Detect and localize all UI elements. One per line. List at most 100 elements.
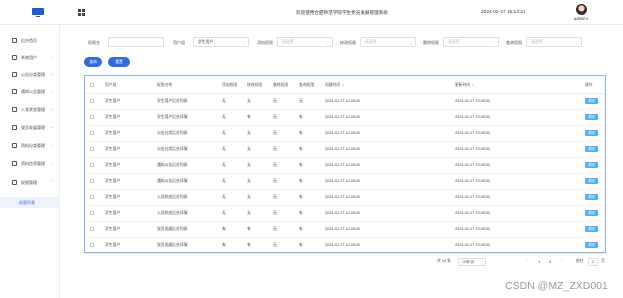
permission-table: 用户组 权限名称 添加权限 修改权限 删除权限 查询权限 创建时间⇅ 更新时间⇅… bbox=[84, 75, 606, 254]
edit-button[interactable]: 修改 bbox=[585, 146, 598, 152]
query-permission-select[interactable]: 请选择 ⌄ bbox=[526, 37, 582, 47]
sort-icon[interactable]: ⇅ bbox=[341, 83, 344, 87]
cell-updated: 2024-02-27 10:05:30 bbox=[455, 243, 491, 247]
next-page-icon[interactable]: › bbox=[561, 258, 562, 263]
cell-permission-name: 通知公告后台详情 bbox=[157, 179, 188, 183]
column-delete-permission: 删除权限 bbox=[273, 83, 289, 87]
sidebar-item-party-status[interactable]: 入党状态管理 ⌄ bbox=[0, 104, 60, 116]
cell-updated: 2024-02-27 10:05:30 bbox=[455, 115, 491, 119]
cell-created: 2024-02-27 10:05:30 bbox=[325, 243, 361, 247]
cell-user-group: 学生用户 bbox=[105, 115, 121, 119]
sidebar-item-system-users[interactable]: 系统用户 ⌄ bbox=[0, 52, 60, 64]
cell-created: 2024-02-27 10:05:30 bbox=[325, 99, 361, 103]
avatar[interactable] bbox=[576, 4, 587, 15]
edit-permission-select[interactable]: 请选择 ⌄ bbox=[360, 37, 416, 47]
table-header: 用户组 权限名称 添加权限 修改权限 删除权限 查询权限 创建时间⇅ 更新时间⇅… bbox=[85, 76, 605, 94]
page-2[interactable]: 2 bbox=[549, 259, 551, 264]
cell-user-group: 学生用户 bbox=[105, 179, 121, 183]
username[interactable]: admin bbox=[574, 16, 585, 21]
row-checkbox[interactable] bbox=[90, 195, 94, 199]
folder-icon bbox=[12, 143, 17, 148]
menu-grid-icon[interactable] bbox=[78, 9, 85, 16]
reset-button[interactable]: 重置 bbox=[108, 57, 130, 67]
chevron-up-icon: ⌃ bbox=[50, 180, 54, 184]
chevron-down-icon: ⌄ bbox=[326, 41, 329, 46]
chevron-down-icon[interactable]: ▾ bbox=[586, 17, 588, 21]
cell-edit: 有 bbox=[247, 243, 251, 247]
cell-add: 无 bbox=[222, 163, 226, 167]
cell-delete: 无 bbox=[273, 99, 277, 103]
sidebar: 后台首页 系统用户 ⌄ 公告分类管理 ⌄ 通知公告管理 ⌄ 入党状态管理 ⌄ 党员发展管… bbox=[0, 25, 60, 298]
edit-button[interactable]: 修改 bbox=[585, 210, 598, 216]
row-checkbox[interactable] bbox=[90, 99, 94, 103]
table-row: 学生用户 通知公告后台列表 无 无 无 有 2024-02-27 10:05:30 2024-… bbox=[85, 158, 605, 174]
row-checkbox[interactable] bbox=[90, 131, 94, 135]
edit-button[interactable]: 修改 bbox=[585, 162, 598, 168]
cell-delete: 无 bbox=[273, 131, 277, 135]
edit-button[interactable]: 修改 bbox=[585, 194, 598, 200]
column-add-permission: 添加权限 bbox=[222, 83, 238, 87]
cell-user-group: 学生用户 bbox=[105, 99, 121, 103]
edit-button[interactable]: 修改 bbox=[585, 98, 598, 104]
row-checkbox[interactable] bbox=[90, 211, 94, 215]
sidebar-item-label: 党员发展管理 bbox=[21, 125, 45, 130]
table-row: 学生用户 公告分类后台列表 无 无 无 有 2024-02-27 10:05:30 2024-… bbox=[85, 126, 605, 142]
row-checkbox[interactable] bbox=[90, 147, 94, 151]
row-checkbox[interactable] bbox=[90, 227, 94, 231]
row-checkbox[interactable] bbox=[90, 163, 94, 167]
user-menu[interactable]: admin▾ bbox=[574, 16, 588, 21]
edit-button[interactable]: 修改 bbox=[585, 226, 598, 232]
column-created-time[interactable]: 创建时间⇅ bbox=[325, 83, 344, 88]
column-updated-time[interactable]: 更新时间⇅ bbox=[455, 83, 474, 88]
cell-updated: 2024-02-27 10:05:30 bbox=[455, 99, 491, 103]
cell-permission-name: 公告分类后台详情 bbox=[157, 147, 188, 151]
edit-button[interactable]: 修改 bbox=[585, 114, 598, 120]
cell-permission-name: 党员发展后台详情 bbox=[157, 243, 188, 247]
row-checkbox[interactable] bbox=[90, 243, 94, 247]
cell-query: 有 bbox=[299, 211, 303, 215]
user-group-select[interactable]: 学生用户 ⌄ bbox=[193, 37, 249, 47]
cell-query: 有 bbox=[299, 115, 303, 119]
page-size-select[interactable]: 10条/页 bbox=[458, 258, 486, 266]
sidebar-subitem-permission-list[interactable]: 权限列表 bbox=[0, 197, 60, 208]
goto-page-input[interactable]: 2 bbox=[588, 258, 598, 266]
chevron-down-icon: ⌄ bbox=[50, 55, 54, 59]
sidebar-item-material-category[interactable]: 资料分类管理 ⌄ bbox=[0, 140, 60, 152]
add-permission-select[interactable]: 请选择 ⌄ bbox=[277, 37, 333, 47]
cell-query: 有 bbox=[299, 179, 303, 183]
sidebar-item-notices[interactable]: 通知公告管理 ⌄ bbox=[0, 86, 60, 98]
cell-permission-name: 通知公告后台列表 bbox=[157, 163, 188, 167]
cell-delete: 无 bbox=[273, 179, 277, 183]
edit-button[interactable]: 修改 bbox=[585, 242, 598, 248]
cell-add: 有 bbox=[222, 243, 226, 247]
sidebar-item-member-development[interactable]: 党员发展管理 ⌄ bbox=[0, 122, 60, 134]
edit-button[interactable]: 修改 bbox=[585, 130, 598, 136]
file-icon bbox=[12, 161, 17, 166]
chevron-down-icon: ⌄ bbox=[50, 72, 54, 76]
permission-name-input[interactable] bbox=[108, 37, 164, 47]
sidebar-item-home[interactable]: 后台首页 bbox=[0, 35, 60, 47]
row-checkbox[interactable] bbox=[90, 115, 94, 119]
sidebar-item-notice-category[interactable]: 公告分类管理 ⌄ bbox=[0, 69, 60, 81]
user-icon bbox=[12, 55, 17, 60]
query-button[interactable]: 查询 bbox=[84, 57, 102, 67]
sidebar-item-label: 系统用户 bbox=[21, 55, 37, 60]
row-checkbox[interactable] bbox=[90, 179, 94, 183]
category-icon bbox=[12, 72, 17, 77]
column-actions: 操作 bbox=[585, 83, 593, 87]
delete-permission-select[interactable]: 请选择 ⌄ bbox=[443, 37, 499, 47]
cell-edit: 无 bbox=[247, 147, 251, 151]
home-icon bbox=[12, 38, 17, 43]
page-1[interactable]: 1 bbox=[538, 259, 540, 264]
cell-add: 无 bbox=[222, 179, 226, 183]
table-row: 学生用户 党员发展后台列表 有 有 无 有 2024-02-27 10:05:30 2024-… bbox=[85, 222, 605, 238]
select-all-checkbox[interactable] bbox=[90, 83, 94, 87]
edit-button[interactable]: 修改 bbox=[585, 178, 598, 184]
cell-add: 无 bbox=[222, 211, 226, 215]
cell-delete: 无 bbox=[273, 211, 277, 215]
sidebar-item-permissions[interactable]: 权限管理 ⌃ bbox=[0, 177, 60, 189]
cell-add: 无 bbox=[222, 99, 226, 103]
sidebar-item-material-info[interactable]: 资料信息管理 ⌄ bbox=[0, 158, 60, 170]
sort-icon[interactable]: ⇅ bbox=[471, 83, 474, 87]
prev-page-icon[interactable]: ‹ bbox=[526, 258, 527, 263]
